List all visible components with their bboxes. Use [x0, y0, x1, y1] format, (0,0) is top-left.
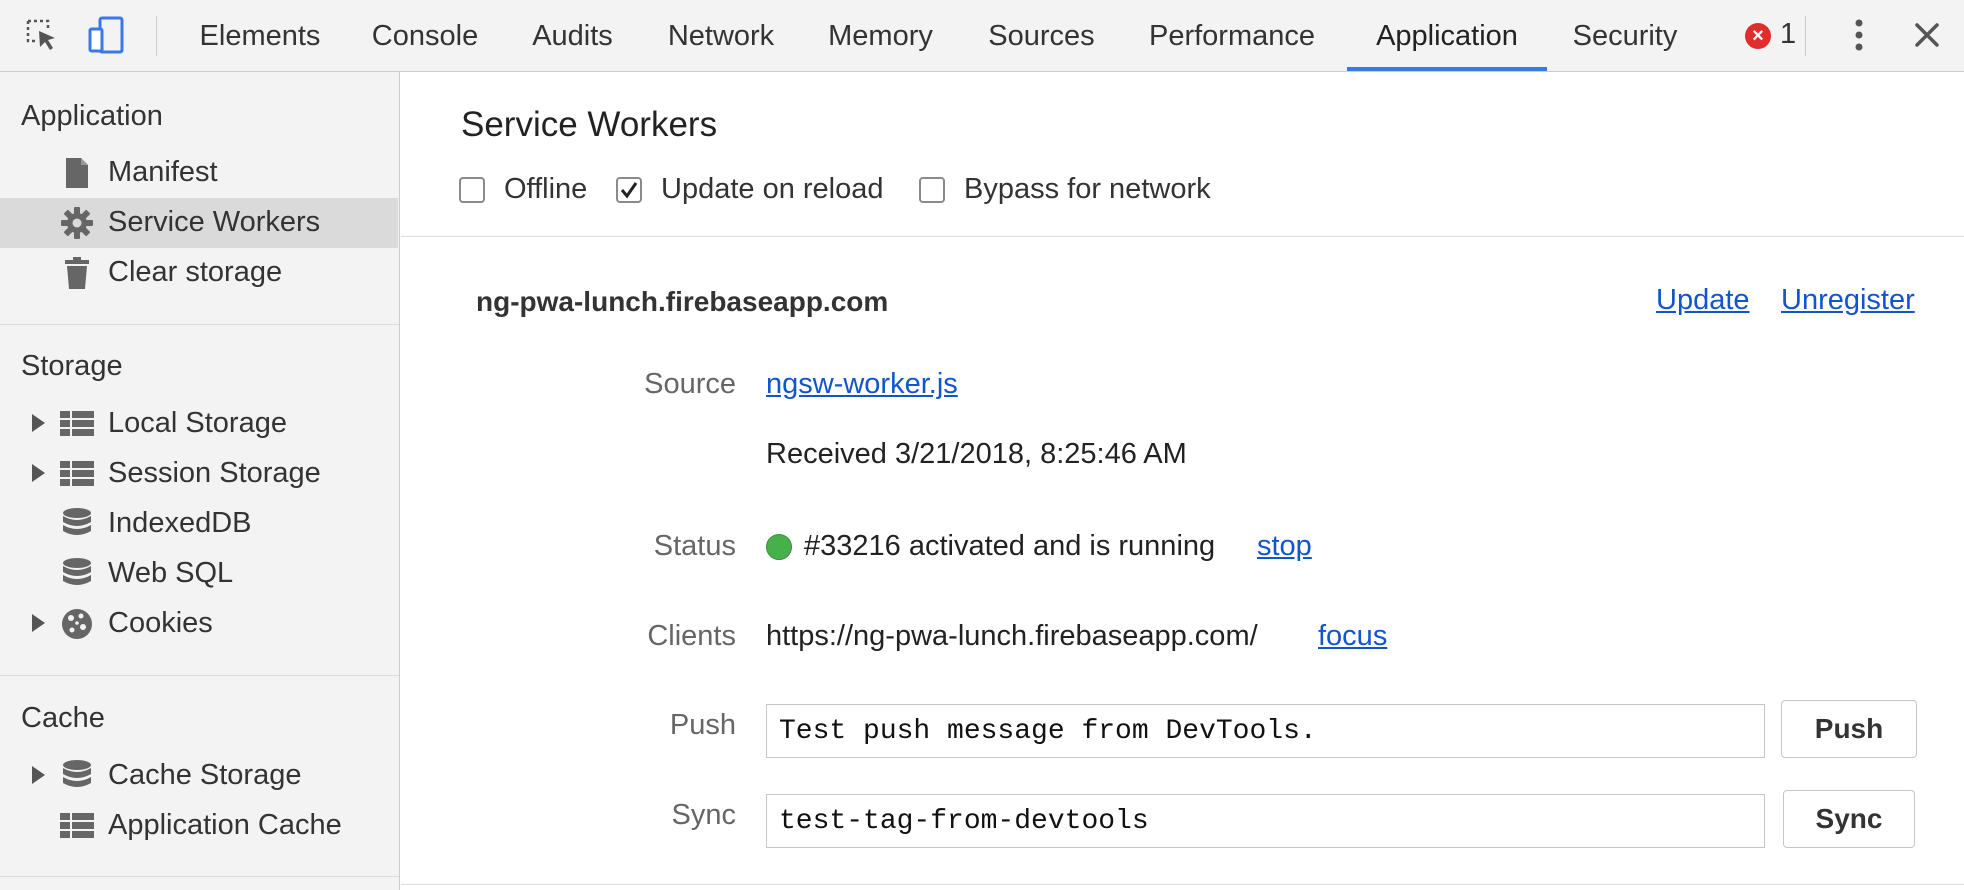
sync-label: Sync: [671, 799, 736, 831]
sidebar-section-application[interactable]: Application: [21, 100, 163, 133]
worker-origin: ng-pwa-lunch.firebaseapp.com: [476, 286, 889, 317]
sidebar-item-label: Clear storage: [108, 256, 283, 288]
gear-icon: [60, 206, 94, 240]
sidebar-item-clear-storage[interactable]: Clear storage: [0, 248, 398, 298]
sidebar-divider: [0, 876, 399, 877]
sidebar-item-manifest[interactable]: Manifest: [0, 148, 398, 198]
sidebar-item-application-cache[interactable]: Application Cache: [0, 801, 398, 851]
sidebar-item-label: Local Storage: [108, 407, 287, 439]
error-icon[interactable]: ×: [1745, 23, 1771, 49]
received-timestamp: Received 3/21/2018, 8:25:46 AM: [766, 438, 1187, 470]
active-tab-indicator: [1347, 67, 1547, 71]
offline-label[interactable]: Offline: [504, 173, 587, 206]
sidebar-item-web-sql[interactable]: Web SQL: [0, 549, 398, 599]
status-text: #33216 activated and is running: [804, 530, 1216, 562]
sidebar: Application Manifest Service Workers Cle…: [0, 72, 400, 890]
tab-performance[interactable]: Performance: [1143, 0, 1321, 72]
source-link[interactable]: ngsw-worker.js: [766, 368, 958, 401]
checkmark-icon: [620, 182, 638, 199]
toolbar-separator: [1805, 16, 1806, 56]
offline-checkbox[interactable]: [459, 177, 485, 203]
tab-console[interactable]: Console: [365, 0, 485, 72]
cookie-icon: [60, 607, 94, 641]
update-link[interactable]: Update: [1656, 284, 1750, 317]
sidebar-section-storage[interactable]: Storage: [21, 350, 123, 383]
expand-triangle-icon[interactable]: [32, 766, 45, 784]
sync-button[interactable]: Sync: [1783, 790, 1915, 848]
inspect-element-icon[interactable]: [22, 14, 62, 56]
tab-memory[interactable]: Memory: [823, 0, 938, 72]
source-label: Source: [644, 368, 736, 400]
tab-network[interactable]: Network: [660, 0, 782, 72]
push-button[interactable]: Push: [1781, 700, 1917, 758]
more-options-icon[interactable]: [1839, 14, 1879, 56]
sidebar-item-local-storage[interactable]: Local Storage: [0, 399, 398, 449]
client-url: https://ng-pwa-lunch.firebaseapp.com/: [766, 620, 1258, 652]
devtools-toolbar: Elements Console Audits Network Memory S…: [0, 0, 1964, 72]
sidebar-item-indexeddb[interactable]: IndexedDB: [0, 499, 398, 549]
sidebar-item-label: Service Workers: [108, 206, 321, 238]
bypass-for-network-checkbox[interactable]: [919, 177, 945, 203]
clients-label: Clients: [647, 620, 736, 652]
sidebar-divider: [0, 675, 399, 676]
sidebar-item-label: Web SQL: [108, 557, 234, 589]
section-divider: [401, 884, 1964, 885]
grid-icon: [60, 457, 94, 491]
close-icon[interactable]: [1907, 14, 1947, 56]
status-indicator: [766, 534, 792, 560]
toolbar-separator: [156, 16, 157, 56]
push-message-input[interactable]: [766, 704, 1765, 758]
bypass-for-network-label[interactable]: Bypass for network: [964, 173, 1211, 206]
page-title: Service Workers: [461, 105, 718, 144]
database-icon: [60, 759, 94, 793]
sidebar-item-label: Cookies: [108, 607, 213, 639]
sidebar-item-label: Manifest: [108, 156, 218, 188]
sidebar-item-cookies[interactable]: Cookies: [0, 599, 398, 649]
sidebar-item-label: Application Cache: [108, 809, 342, 841]
trash-icon: [60, 256, 94, 290]
sidebar-item-service-workers[interactable]: Service Workers: [0, 198, 398, 248]
sidebar-item-label: Session Storage: [108, 457, 321, 489]
error-count[interactable]: 1: [1780, 18, 1796, 51]
push-label: Push: [669, 709, 736, 741]
sidebar-item-cache-storage[interactable]: Cache Storage: [0, 751, 398, 801]
tab-sources[interactable]: Sources: [984, 0, 1099, 72]
update-on-reload-label[interactable]: Update on reload: [661, 173, 884, 206]
database-icon: [60, 557, 94, 591]
sidebar-divider: [0, 324, 399, 325]
section-divider: [401, 236, 1964, 237]
grid-icon: [60, 407, 94, 441]
tab-audits[interactable]: Audits: [525, 0, 620, 72]
unregister-link[interactable]: Unregister: [1781, 284, 1915, 317]
manifest-icon: [60, 156, 94, 190]
sidebar-section-cache[interactable]: Cache: [21, 702, 105, 735]
focus-link[interactable]: focus: [1318, 620, 1387, 653]
expand-triangle-icon[interactable]: [32, 464, 45, 482]
status-label: Status: [653, 530, 736, 562]
device-toolbar-icon[interactable]: [86, 14, 126, 56]
sidebar-item-label: IndexedDB: [108, 507, 252, 539]
tab-application[interactable]: Application: [1347, 0, 1547, 72]
stop-link[interactable]: stop: [1257, 530, 1312, 563]
tab-security[interactable]: Security: [1565, 0, 1685, 72]
sidebar-item-label: Cache Storage: [108, 759, 302, 791]
service-workers-panel: Service Workers Offline Update on reload…: [401, 72, 1964, 890]
sync-tag-input[interactable]: [766, 794, 1765, 848]
grid-icon: [60, 809, 94, 843]
tab-elements[interactable]: Elements: [195, 0, 325, 72]
database-icon: [60, 507, 94, 541]
expand-triangle-icon[interactable]: [32, 614, 45, 632]
update-on-reload-checkbox[interactable]: [616, 177, 642, 203]
expand-triangle-icon[interactable]: [32, 414, 45, 432]
sidebar-item-session-storage[interactable]: Session Storage: [0, 449, 398, 499]
